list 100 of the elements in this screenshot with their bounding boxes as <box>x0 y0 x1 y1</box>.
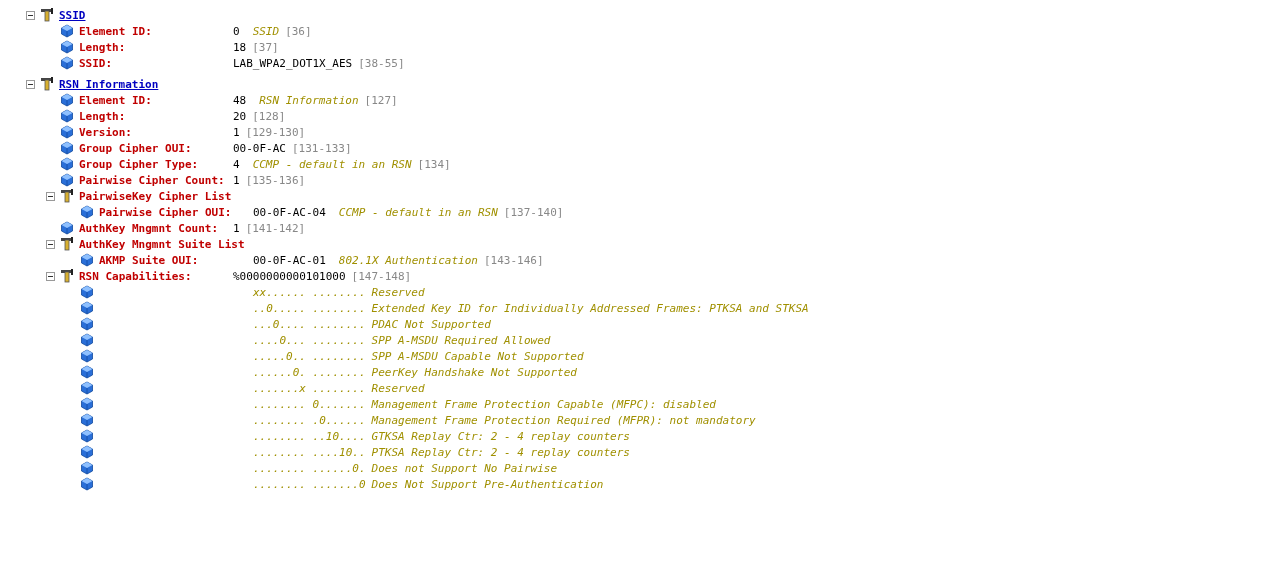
bit-mask: xx...... ........ <box>253 285 366 299</box>
field-value: 00-0F-AC-04 <box>253 205 326 219</box>
field-label: Length: <box>79 40 127 54</box>
cube-icon <box>80 301 94 315</box>
field-value: 18 <box>233 40 247 54</box>
value-description: CCMP - default in an RSN <box>252 157 412 171</box>
cube-icon <box>80 381 94 395</box>
section-link[interactable]: SSID <box>59 8 86 22</box>
cube-icon <box>80 445 94 459</box>
pipe-fitting-icon <box>60 269 74 283</box>
cube-icon <box>80 397 94 411</box>
cube-icon <box>80 253 94 267</box>
value-description: Does Not Support Pre-Authentication <box>371 477 604 491</box>
cube-icon <box>60 109 74 123</box>
field-label: RSN Capabilities: <box>79 269 193 283</box>
field-label: AKMP Suite OUI: <box>99 253 200 267</box>
field-label: Group Cipher Type: <box>79 157 200 171</box>
cube-icon <box>80 429 94 443</box>
value-description: RSN Information <box>259 93 359 107</box>
value-description: Management Frame Protection Capable (MFPC): disabled <box>371 397 716 411</box>
cube-icon <box>60 24 74 38</box>
cube-icon <box>80 413 94 427</box>
pipe-fitting-icon <box>40 77 54 91</box>
cube-icon <box>80 285 94 299</box>
value-description: Management Frame Protection Required (MFPR): not mandatory <box>371 413 756 427</box>
collapse-toggle-icon[interactable] <box>46 271 55 281</box>
byte-range: [137-140] <box>503 205 564 219</box>
value-description: PDAC Not Supported <box>371 317 491 331</box>
collapse-toggle-icon[interactable] <box>26 79 35 89</box>
collapse-toggle-icon[interactable] <box>26 10 35 20</box>
cube-icon <box>60 93 74 107</box>
cube-icon <box>80 317 94 331</box>
value-description: Reserved <box>371 381 425 395</box>
field-value: 4 <box>233 157 240 171</box>
cube-icon <box>60 157 74 171</box>
field-label: Pairwise Cipher OUI: <box>99 205 233 219</box>
bit-mask: ........ ....10.. <box>253 445 366 459</box>
bit-mask: ..0..... ........ <box>253 301 366 315</box>
cube-icon <box>80 333 94 347</box>
field-value: 00-0F-AC <box>233 141 286 155</box>
bit-mask: ......0. ........ <box>253 365 366 379</box>
cube-icon <box>80 477 94 491</box>
cube-icon <box>80 349 94 363</box>
field-label: Group Cipher OUI: <box>79 141 193 155</box>
value-description: SPP A-MSDU Capable Not Supported <box>371 349 584 363</box>
field-label: Element ID: <box>79 24 153 38</box>
field-label: SSID: <box>79 56 114 70</box>
bit-mask: ........ .0...... <box>253 413 366 427</box>
field-value: 1 <box>233 221 240 235</box>
collapse-toggle-icon[interactable] <box>46 239 55 249</box>
field-value: 20 <box>233 109 247 123</box>
value-description: GTKSA Replay Ctr: 2 - 4 replay counters <box>371 429 630 443</box>
field-label: Length: <box>79 109 127 123</box>
value-description: 802.1X Authentication <box>338 253 478 267</box>
cube-icon <box>60 40 74 54</box>
cube-icon <box>60 221 74 235</box>
value-description: Reserved <box>371 285 425 299</box>
bit-mask: ....0... ........ <box>253 333 366 347</box>
bit-mask: ........ ..10.... <box>253 429 366 443</box>
field-value: %0000000000101000 <box>233 269 346 283</box>
collapse-toggle-icon[interactable] <box>46 191 55 201</box>
field-label: AuthKey Mngmnt Count: <box>79 221 220 235</box>
bit-mask: ...0.... ........ <box>253 317 366 331</box>
pipe-fitting-icon <box>40 8 54 22</box>
byte-range: [147-148] <box>351 269 412 283</box>
pipe-fitting-icon <box>60 189 74 203</box>
field-label: Version: <box>79 125 133 139</box>
value-description: SSID <box>252 24 280 38</box>
cube-icon <box>80 461 94 475</box>
section-link[interactable]: RSN Information <box>59 77 159 91</box>
bit-mask: .....0.. ........ <box>253 349 366 363</box>
field-value: 1 <box>233 125 240 139</box>
byte-range: [134] <box>417 157 451 171</box>
field-label: Pairwise Cipher Count: <box>79 173 226 187</box>
value-description: Extended Key ID for Individually Addressed Frames: PTKSA and STKSA <box>371 301 809 315</box>
value-description: Does not Support No Pairwise <box>371 461 558 475</box>
bit-mask: ........ 0....... <box>253 397 366 411</box>
cube-icon <box>60 173 74 187</box>
value-description: PTKSA Replay Ctr: 2 - 4 replay counters <box>371 445 630 459</box>
value-description: SPP A-MSDU Required Allowed <box>371 333 551 347</box>
byte-range: [143-146] <box>483 253 544 267</box>
bit-mask: ........ ......0. <box>253 461 366 475</box>
byte-range: [36] <box>285 24 312 38</box>
bit-mask: .......x ........ <box>253 381 366 395</box>
bit-mask: ........ .......0 <box>253 477 366 491</box>
cube-icon <box>60 125 74 139</box>
cube-icon <box>60 56 74 70</box>
byte-range: [38-55] <box>358 56 405 70</box>
byte-range: [141-142] <box>245 221 306 235</box>
cube-icon <box>80 205 94 219</box>
byte-range: [129-130] <box>245 125 306 139</box>
field-value: LAB_WPA2_DOT1X_AES <box>233 56 353 70</box>
field-label: PairwiseKey Cipher List <box>79 189 233 203</box>
byte-range: [127] <box>364 93 398 107</box>
pipe-fitting-icon <box>60 237 74 251</box>
value-description: PeerKey Handshake Not Supported <box>371 365 577 379</box>
byte-range: [37] <box>252 40 279 54</box>
field-value: 0 <box>233 24 240 38</box>
field-label: AuthKey Mngmnt Suite List <box>79 237 245 251</box>
field-value: 48 <box>233 93 247 107</box>
